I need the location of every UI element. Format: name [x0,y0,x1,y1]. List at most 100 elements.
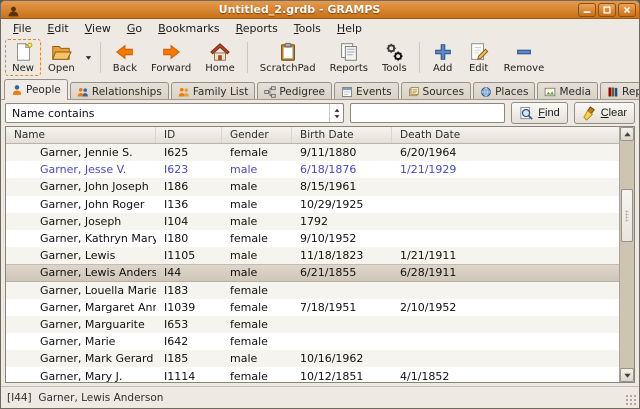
cell-id: I1039 [156,301,222,314]
column-header-name[interactable]: Name [6,127,156,143]
table-row[interactable]: Garner, MarieI642female [6,333,619,350]
table-row[interactable]: Garner, Margaret AnnI1039female7/18/1951… [6,299,619,316]
table-row[interactable]: Garner, Louella MarieI183female [6,282,619,299]
add-button[interactable]: Add [425,39,461,76]
cell-birth: 9/11/1880 [292,146,392,159]
menu-item-help[interactable]: Help [329,20,370,37]
open-button[interactable]: Open [41,39,82,76]
table-row[interactable]: Garner, Mark GerardI185male10/16/1962 [6,350,619,367]
tab-label: Events [356,86,392,98]
scratchpad-button[interactable]: ScratchPad [253,39,323,76]
add-plus-icon [432,41,454,63]
cell-birth: 8/15/1961 [292,180,392,193]
clear-button-label: Clear [601,107,627,119]
cell-birth: 10/16/1962 [292,352,392,365]
titlebar[interactable]: Untitled_2.grdb - GRAMPS [1,1,639,19]
column-header-death-date[interactable]: Death Date [392,127,619,143]
tab-pedigree[interactable]: Pedigree [257,82,332,100]
cell-death: 6/28/1911 [392,266,619,279]
find-button-label: Find [538,107,559,119]
scrollbar-up-button[interactable] [620,127,634,141]
scrollbar-down-button[interactable] [620,368,634,382]
menu-item-tools[interactable]: Tools [286,20,329,37]
edit-button[interactable]: Edit [461,39,497,76]
cell-gender: male [222,163,292,176]
column-header-birth-date[interactable]: Birth Date [292,127,392,143]
close-icon [622,5,632,15]
cell-id: I1105 [156,249,222,262]
resize-grip[interactable] [625,394,637,406]
gramps-window-icon[interactable] [7,3,20,16]
people-table: Name ID Gender Birth Date Death Date Gar… [5,126,635,383]
menu-item-bookmarks[interactable]: Bookmarks [150,20,227,37]
table-row[interactable]: Garner, John RogerI136male10/29/1925 [6,196,619,213]
cell-name: Garner, Lewis Anderson [6,266,156,279]
cell-death: 6/20/1964 [392,146,619,159]
column-header-gender[interactable]: Gender [222,127,292,143]
back-button[interactable]: Back [106,39,144,76]
forward-button[interactable]: Forward [144,39,198,76]
maximize-button[interactable] [598,3,616,17]
tab-places[interactable]: Places [473,82,535,100]
vertical-scrollbar[interactable] [619,127,634,382]
cell-name: Garner, Marie [6,335,156,348]
cell-id: I136 [156,198,222,211]
filter-field-select[interactable]: Name contains [5,103,344,123]
search-input[interactable] [350,103,505,123]
cell-birth: 10/12/1851 [292,370,392,382]
table-row[interactable]: Garner, Mary J.I1114female10/12/18514/1/… [6,367,619,382]
tab-label: People [26,84,61,96]
menu-item-reports[interactable]: Reports [228,20,286,37]
tab-repositories[interactable]: Repositories [600,82,640,100]
cell-gender: female [222,335,292,348]
table-row[interactable]: Garner, LewisI1105male11/18/18231/21/191… [6,247,619,264]
cell-gender: male [222,249,292,262]
find-button[interactable]: Find [511,102,567,124]
tab-media[interactable]: Media [537,82,598,100]
tab-events[interactable]: Events [334,82,399,100]
new-button[interactable]: New [5,39,41,76]
table-row[interactable]: Garner, Jennie S.I625female9/11/18806/20… [6,144,619,161]
menu-item-go[interactable]: Go [119,20,150,37]
scroll-down-icon [623,371,632,380]
cell-gender: male [222,180,292,193]
forward-arrow-icon [160,41,182,63]
cell-id: I183 [156,284,222,297]
cell-gender: female [222,146,292,159]
table-row[interactable]: Garner, JosephI104male1792 [6,213,619,230]
tab-relationships[interactable]: Relationships [70,82,169,100]
table-body: Garner, Jennie S.I625female9/11/18806/20… [6,144,619,382]
tab-people[interactable]: People [4,79,68,100]
cell-death: 1/21/1929 [392,163,619,176]
open-dropdown-button[interactable] [82,39,95,76]
combo-spinner-icon[interactable] [329,104,343,122]
home-button[interactable]: Home [198,39,242,76]
close-button[interactable] [618,3,636,17]
cell-id: I185 [156,352,222,365]
toolbar-button-label: Reports [330,63,368,74]
table-row[interactable]: Garner, Jesse V.I623male6/18/18761/21/19… [6,161,619,178]
tab-sources[interactable]: Sources [401,82,472,100]
menu-item-file[interactable]: File [5,20,39,37]
tools-button[interactable]: Tools [375,39,414,76]
toolbar-button-label: Tools [382,63,407,74]
dropdown-arrow-icon [84,53,93,62]
cell-name: Garner, Jennie S. [6,146,156,159]
reports-button[interactable]: Reports [323,39,375,76]
cell-gender: female [222,284,292,297]
table-row[interactable]: Garner, Kathryn MaryI180female9/10/1952 [6,230,619,247]
table-row[interactable]: Garner, John JosephI186male8/15/1961 [6,178,619,195]
column-header-id[interactable]: ID [156,127,222,143]
minimize-button[interactable] [578,3,596,17]
back-arrow-icon [114,41,136,63]
toolbar-button-label: Home [205,63,235,74]
scrollbar-thumb[interactable] [621,189,633,242]
filter-field-value: Name contains [12,107,95,120]
remove-button[interactable]: Remove [497,39,552,76]
tab-family-list[interactable]: Family List [171,82,255,100]
table-row[interactable]: Garner, Lewis AndersonI44male6/21/18556/… [6,264,619,281]
menu-item-view[interactable]: View [77,20,119,37]
menu-item-edit[interactable]: Edit [39,20,76,37]
clear-button[interactable]: Clear [574,102,635,124]
table-row[interactable]: Garner, MarguariteI653female [6,316,619,333]
